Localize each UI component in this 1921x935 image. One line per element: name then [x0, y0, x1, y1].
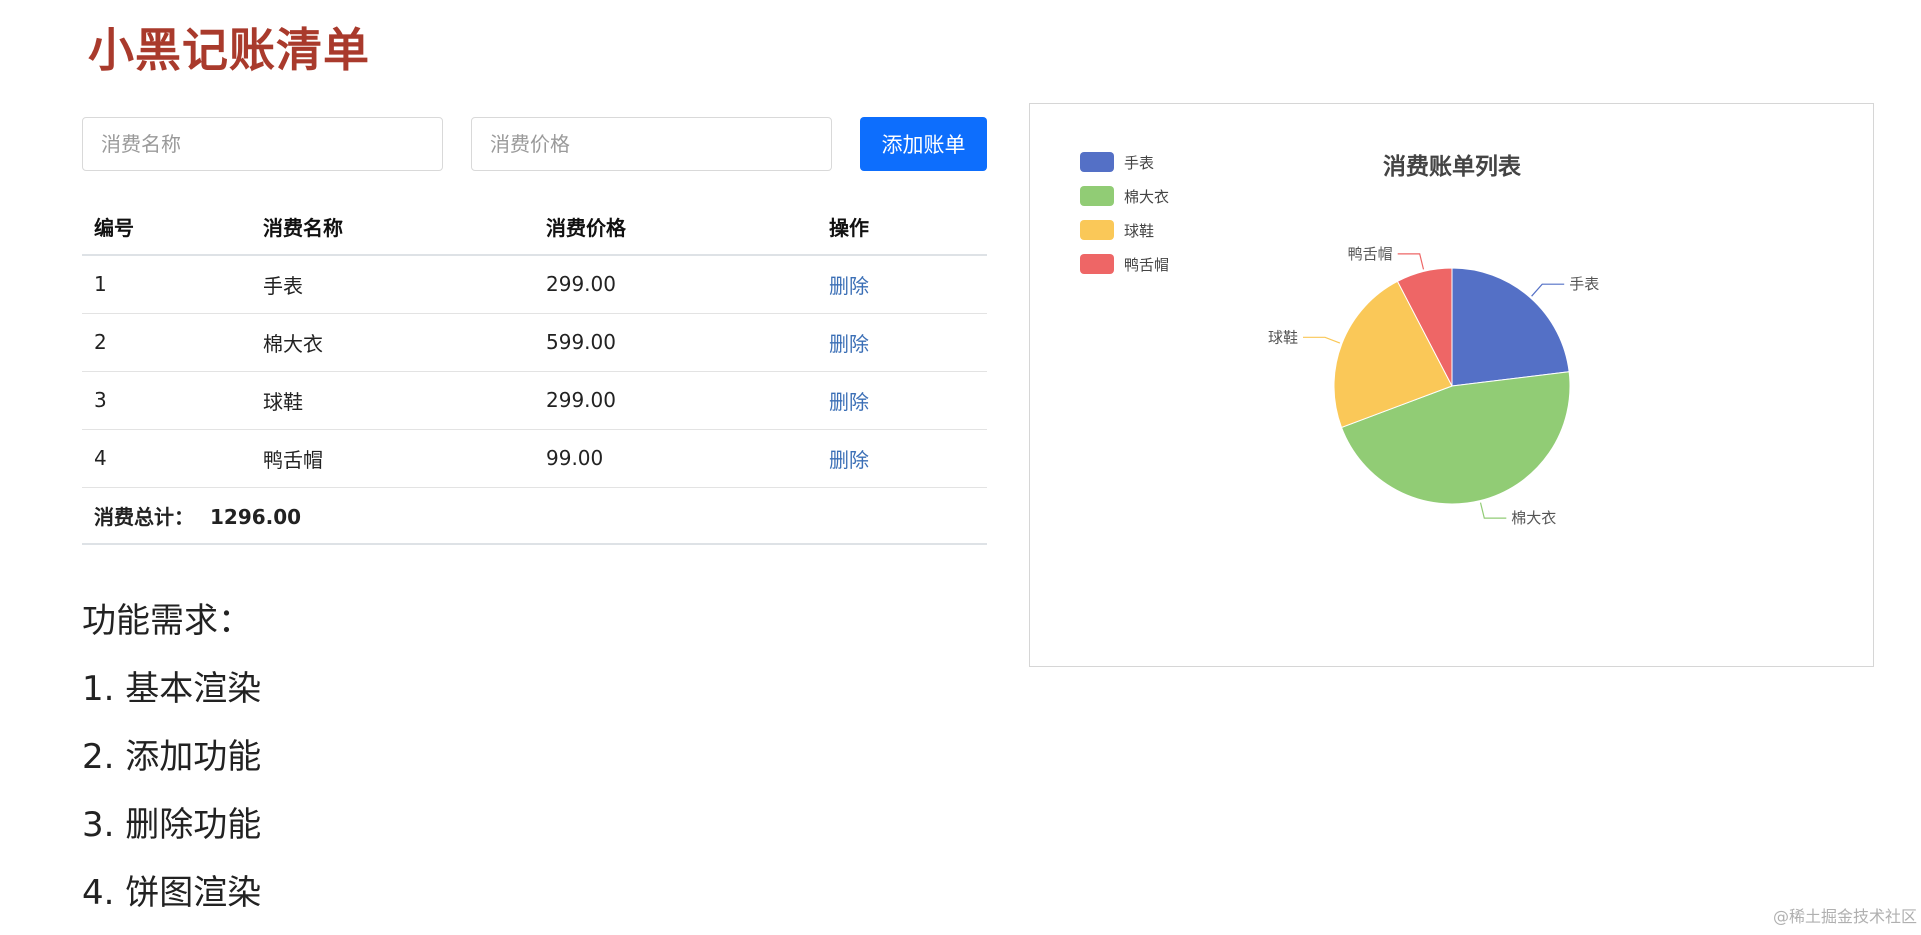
table-row: 1 手表 299.00 删除 [82, 255, 987, 314]
add-bill-button[interactable]: 添加账单 [860, 117, 987, 171]
requirements-list: 功能需求： 1. 基本渲染 2. 添加功能 3. 删除功能 4. 饼图渲染 [82, 598, 261, 935]
chart-title: 消费账单列表 [1383, 154, 1522, 180]
total-cell: 消费总计： 1296.00 [82, 487, 987, 545]
pie-label: 手表 [1569, 275, 1599, 293]
bill-table: 编号 消费名称 消费价格 操作 1 手表 299.00 删除 2 棉大衣 599… [82, 198, 987, 545]
row-price: 599.00 [534, 313, 817, 372]
delete-link[interactable]: 删除 [829, 274, 869, 298]
add-bill-form: 添加账单 [82, 117, 987, 171]
pie-label: 棉大衣 [1511, 509, 1556, 527]
delete-link[interactable]: 删除 [829, 390, 869, 414]
expense-price-input[interactable] [471, 117, 832, 171]
total-label: 消费总计： [94, 504, 194, 529]
legend-label[interactable]: 手表 [1124, 154, 1154, 172]
row-id: 4 [82, 429, 251, 488]
delete-link[interactable]: 删除 [829, 448, 869, 472]
pie-label: 鸭舌帽 [1348, 245, 1393, 263]
requirements-title: 功能需求： [82, 601, 252, 641]
header-price: 消费价格 [534, 198, 817, 256]
requirement-item: 3. 删除功能 [82, 805, 262, 845]
requirement-item: 4. 饼图渲染 [82, 873, 262, 913]
table-header-row: 编号 消费名称 消费价格 操作 [82, 198, 987, 256]
legend-swatch[interactable] [1080, 152, 1114, 172]
pie-leader-line [1303, 336, 1341, 344]
header-id: 编号 [82, 198, 251, 256]
pie-chart: 消费账单列表手表棉大衣球鞋鸭舌帽手表棉大衣球鞋鸭舌帽 [1080, 152, 1599, 527]
page-title: 小黑记账清单 [88, 23, 370, 77]
pie-slice[interactable] [1451, 267, 1570, 387]
table-total-row: 消费总计： 1296.00 [82, 487, 987, 545]
pie-leader-line [1531, 283, 1565, 297]
header-name: 消费名称 [251, 198, 534, 256]
row-name: 鸭舌帽 [251, 429, 534, 488]
row-name: 棉大衣 [251, 313, 534, 372]
row-id: 1 [82, 255, 251, 314]
watermark: @稀土掘金技术社区 [1772, 907, 1917, 926]
pie-label: 球鞋 [1268, 328, 1298, 346]
delete-link[interactable]: 删除 [829, 332, 869, 356]
pie-chart-panel: 消费账单列表 手表 棉大衣 球鞋 鸭舌帽 手表 棉大衣 球鞋 鸭舌帽 [1029, 103, 1874, 667]
row-price: 299.00 [534, 255, 817, 314]
row-id: 2 [82, 313, 251, 372]
row-price: 299.00 [534, 371, 817, 430]
legend-label[interactable]: 棉大衣 [1124, 188, 1169, 206]
row-action-cell: 删除 [817, 371, 987, 430]
legend-swatch[interactable] [1080, 186, 1114, 206]
legend-label[interactable]: 鸭舌帽 [1124, 256, 1169, 274]
table-row: 2 棉大衣 599.00 删除 [82, 313, 987, 372]
legend-swatch[interactable] [1080, 220, 1114, 240]
table-row: 3 球鞋 299.00 删除 [82, 371, 987, 430]
pie-leader-line [1397, 253, 1425, 270]
expense-name-input[interactable] [82, 117, 443, 171]
row-name: 球鞋 [251, 371, 534, 430]
row-id: 3 [82, 371, 251, 430]
legend-label[interactable]: 球鞋 [1124, 222, 1154, 240]
row-price: 99.00 [534, 429, 817, 488]
row-action-cell: 删除 [817, 255, 987, 314]
table-row: 4 鸭舌帽 99.00 删除 [82, 429, 987, 488]
pie-leader-line [1479, 502, 1507, 519]
header-action: 操作 [817, 198, 987, 256]
requirement-item: 1. 基本渲染 [82, 669, 262, 709]
legend-swatch[interactable] [1080, 254, 1114, 274]
row-action-cell: 删除 [817, 429, 987, 488]
total-value: 1296.00 [210, 504, 302, 529]
requirement-item: 2. 添加功能 [82, 737, 262, 777]
row-name: 手表 [251, 255, 534, 314]
row-action-cell: 删除 [817, 313, 987, 372]
